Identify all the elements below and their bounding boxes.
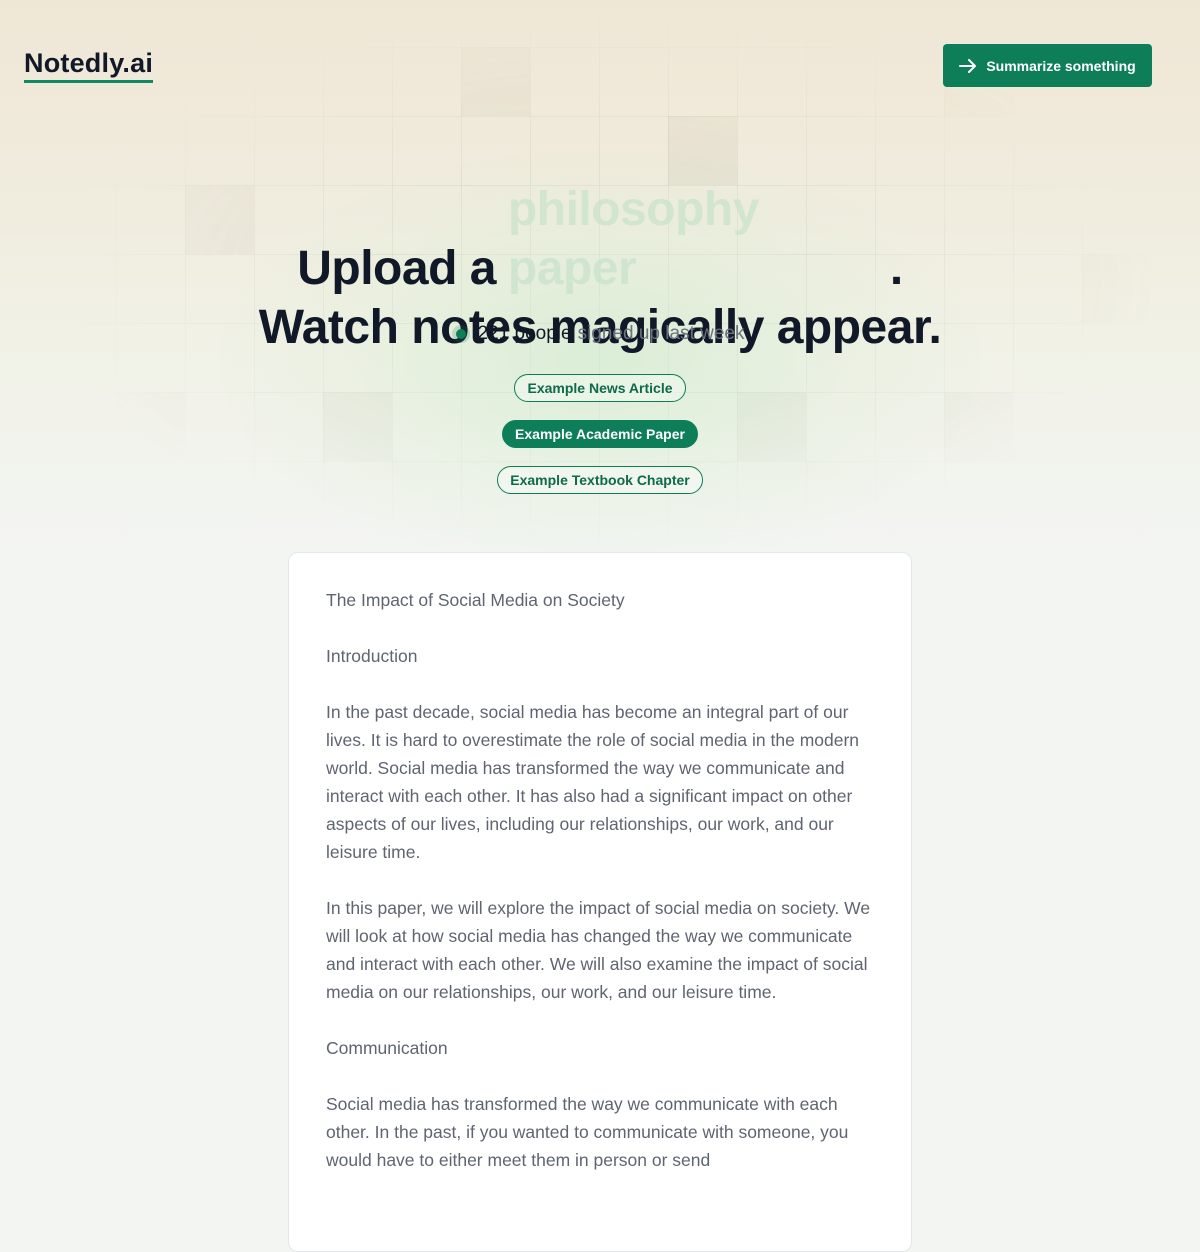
signup-count: 221 people: [477, 323, 572, 344]
arrow-right-icon: [959, 58, 977, 73]
section-heading-introduction: Introduction: [326, 646, 418, 666]
example-textbook-chapter-button[interactable]: Example Textbook Chapter: [497, 466, 703, 494]
logo[interactable]: Notedly.ai: [24, 46, 154, 83]
example-news-article-button[interactable]: Example News Article: [514, 374, 686, 402]
signup-text: signed up last week: [577, 323, 745, 344]
signup-stat: 221 people signed up last week: [0, 323, 1200, 345]
example-academic-paper-button[interactable]: Example Academic Paper: [502, 420, 698, 448]
document-title: The Impact of Social Media on Society: [326, 590, 625, 610]
headline-line-1: Upload aphilosophy paper.: [0, 180, 1200, 298]
section-heading-communication: Communication: [326, 1038, 448, 1058]
headline-prefix: Upload a: [297, 242, 496, 295]
summarize-button-label: Summarize something: [986, 57, 1136, 74]
document-paragraph: In this paper, we will explore the impac…: [326, 898, 871, 1002]
live-dot-icon: [455, 329, 466, 339]
rotating-document-type: philosophy paper: [507, 183, 759, 295]
document-paragraph: In the past decade, social media has bec…: [326, 702, 860, 862]
summarize-button[interactable]: Summarize something: [943, 44, 1152, 87]
document-preview[interactable]: The Impact of Social Media on Society In…: [288, 552, 912, 1252]
document-paragraph: Social media has transformed the way we …: [326, 1094, 849, 1170]
headline-period: .: [889, 242, 903, 295]
